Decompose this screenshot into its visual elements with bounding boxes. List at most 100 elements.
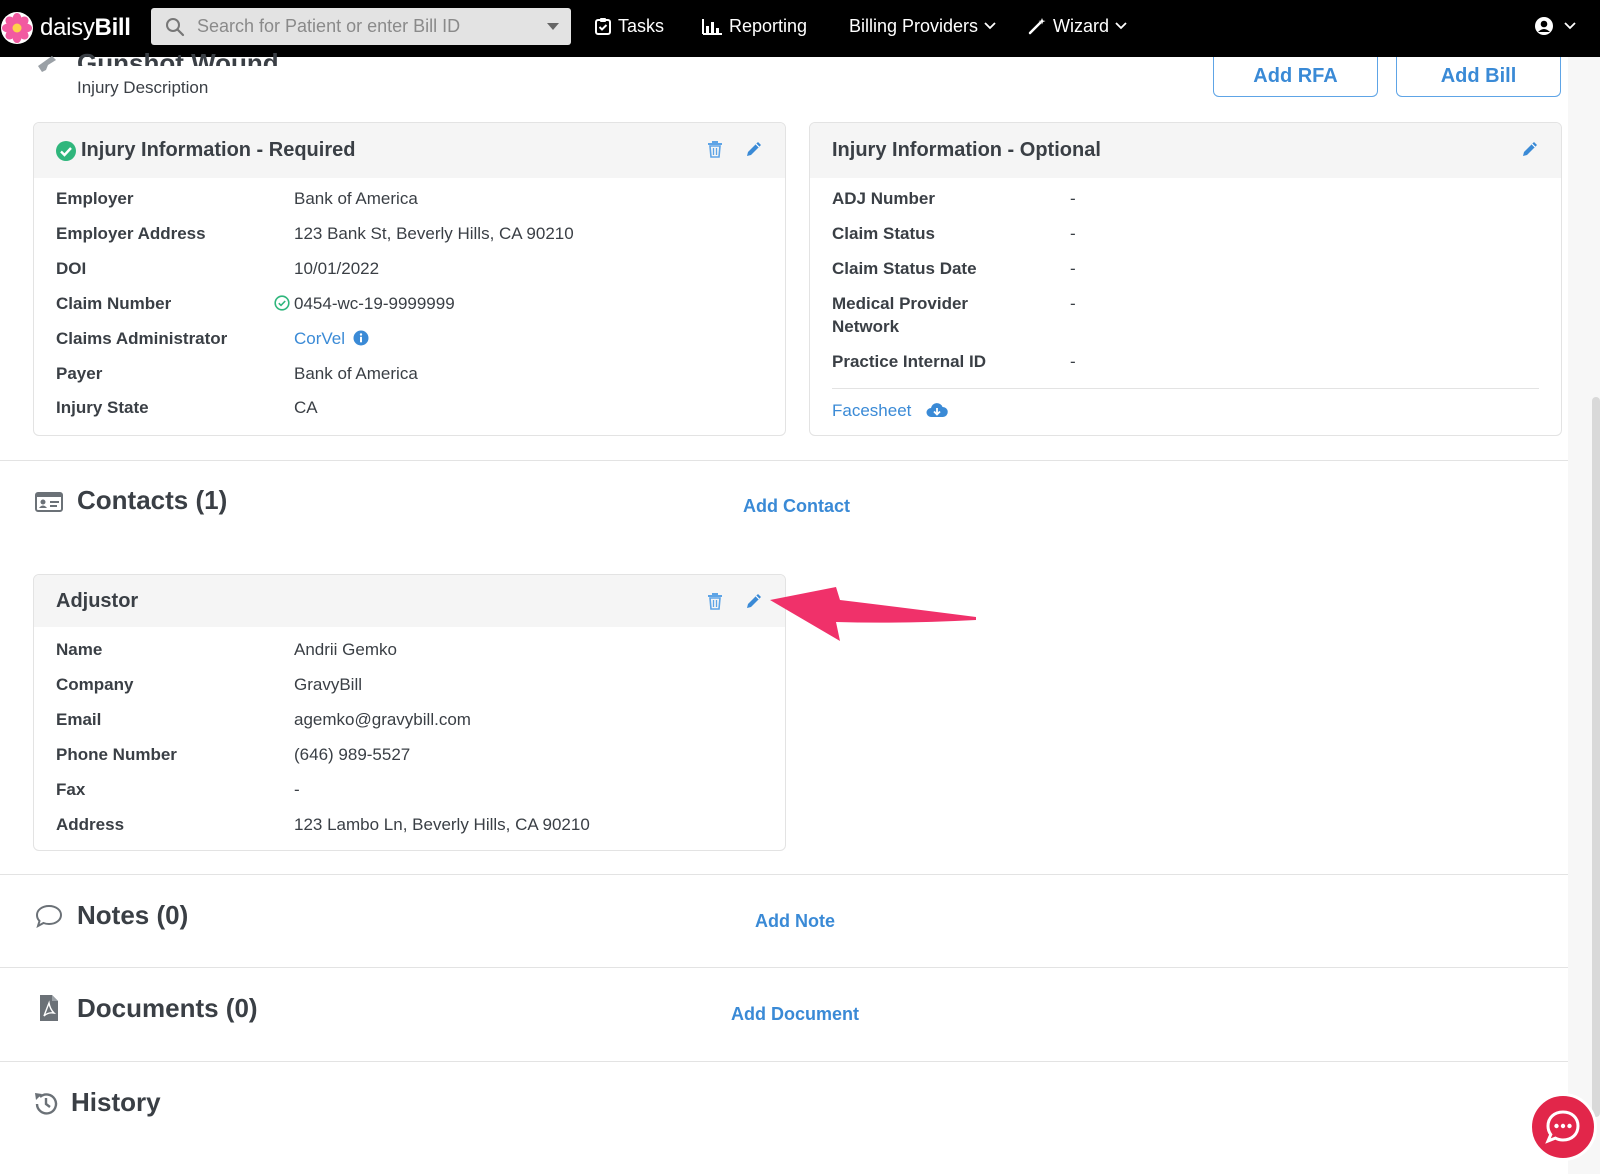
row-value: 0454-wc-19-9999999: [294, 294, 455, 313]
section-divider: [0, 460, 1600, 461]
chat-bubble-icon: [1545, 1110, 1580, 1144]
chevron-down-icon: [984, 22, 996, 30]
nav-tasks[interactable]: Tasks: [595, 0, 664, 52]
pencil-icon[interactable]: [1521, 140, 1539, 158]
check-circle-icon: [56, 140, 76, 161]
row-label: Email: [56, 710, 102, 729]
row-value: agemko@gravybill.com: [294, 710, 471, 729]
row-value: 123 Lambo Ln, Beverly Hills, CA 90210: [294, 815, 590, 834]
row-label: Claim Number: [56, 294, 172, 313]
brand-suffix: Bill: [94, 14, 131, 41]
row-label: Fax: [56, 780, 86, 799]
gun-icon: [38, 56, 56, 72]
contact-card-icon: [35, 492, 63, 512]
notes-title: Notes (0): [77, 900, 189, 930]
pdf-file-icon: [40, 995, 58, 1021]
nav-billing-providers[interactable]: Billing Providers: [849, 0, 1003, 52]
history-icon: [35, 1093, 58, 1115]
annotation-arrow-icon: [770, 587, 976, 641]
row-value: -: [1070, 294, 1076, 313]
row-value: 10/01/2022: [294, 259, 380, 278]
row-label: Employer: [56, 189, 134, 208]
row-value: Andrii Gemko: [294, 640, 397, 659]
user-menu[interactable]: [1534, 0, 1583, 52]
cloud-download-icon[interactable]: [926, 402, 948, 418]
nav-tasks-label: Tasks: [618, 15, 665, 36]
brand-prefix: daisy: [40, 14, 95, 41]
nav-wizard-label: Wizard: [1053, 15, 1110, 36]
chevron-down-icon: [1115, 22, 1127, 30]
section-divider: [0, 874, 1600, 875]
row-value: 123 Bank St, Beverly Hills, CA 90210: [294, 224, 574, 243]
magic-wand-icon: [1028, 18, 1046, 35]
pencil-icon[interactable]: [745, 140, 763, 158]
nav-reporting[interactable]: Reporting: [702, 0, 807, 52]
row-label: Phone Number: [56, 745, 177, 764]
row-label: Claim Status: [832, 224, 935, 243]
add-document-button[interactable]: Add Document: [731, 1004, 859, 1025]
scrollbar-thumb[interactable]: [1592, 397, 1600, 1117]
row-value: (646) 989-5527: [294, 745, 411, 764]
add-note-button[interactable]: Add Note: [755, 911, 835, 932]
add-contact-button[interactable]: Add Contact: [743, 496, 850, 517]
injury-required-title: Injury Information - Required: [81, 139, 356, 161]
page-subtitle: Injury Description: [77, 78, 209, 97]
contacts-title: Contacts (1): [77, 485, 228, 515]
scrollbar-track[interactable]: [1568, 57, 1600, 1174]
trash-icon[interactable]: [707, 140, 723, 158]
chat-button[interactable]: [1529, 1093, 1597, 1161]
row-label: Address: [56, 815, 125, 834]
nav-wizard[interactable]: Wizard: [1028, 0, 1134, 52]
search-input[interactable]: [197, 16, 537, 37]
row-label: Company: [56, 675, 134, 694]
chevron-down-icon: [1564, 22, 1576, 30]
divider: [832, 388, 1539, 389]
section-divider: [0, 1061, 1600, 1062]
pencil-icon[interactable]: [745, 592, 763, 610]
row-label: Claims Administrator: [56, 329, 228, 348]
row-label: Employer Address: [56, 224, 206, 243]
claims-administrator-link[interactable]: CorVel: [294, 327, 369, 350]
adjustor-card: Adjustor Name Andrii Gemko Company Gravy…: [33, 574, 786, 851]
injury-required-card: Injury Information - Required Employer B…: [33, 122, 786, 436]
row-label: Payer: [56, 364, 103, 383]
clipboard-check-icon: [595, 18, 611, 35]
facesheet-label[interactable]: Facesheet: [832, 399, 911, 422]
search-icon: [166, 17, 185, 36]
brand-name: daisyBill: [40, 14, 131, 42]
speech-bubble-icon: [35, 904, 63, 928]
add-bill-button[interactable]: Add Bill: [1396, 57, 1561, 97]
section-divider: [0, 967, 1600, 968]
row-value: GravyBill: [294, 675, 363, 694]
row-value: -: [1070, 259, 1076, 278]
info-icon[interactable]: [353, 330, 369, 346]
user-circle-icon: [1535, 17, 1553, 35]
brand-logo[interactable]: daisyBill: [0, 8, 131, 48]
documents-title: Documents (0): [77, 993, 258, 1023]
row-value: Bank of America: [294, 189, 418, 208]
nav-reporting-label: Reporting: [729, 15, 808, 36]
row-label: Practice Internal ID: [832, 352, 987, 371]
patient-search[interactable]: [151, 8, 571, 45]
row-value: -: [294, 780, 300, 799]
row-value: CA: [294, 398, 318, 417]
search-dropdown-caret-icon[interactable]: [547, 23, 559, 30]
row-label: ADJ Number: [832, 189, 935, 208]
row-label: Claim Status Date: [832, 259, 977, 278]
row-label: DOI: [56, 259, 87, 278]
add-rfa-button[interactable]: Add RFA: [1213, 57, 1378, 97]
row-value: -: [1070, 224, 1076, 243]
injury-required-header: Injury Information - Required: [34, 123, 785, 178]
daisy-flower-icon: [1, 12, 33, 44]
row-value: Bank of America: [294, 364, 418, 383]
claims-administrator-name[interactable]: CorVel: [294, 329, 345, 348]
row-label: Name: [56, 640, 103, 659]
injury-optional-title: Injury Information - Optional: [832, 139, 1101, 161]
history-title: History: [71, 1087, 161, 1117]
injury-optional-card: Injury Information - Optional ADJ Number…: [809, 122, 1562, 436]
nav-billing-providers-label: Billing Providers: [849, 15, 979, 36]
row-value: -: [1070, 189, 1076, 208]
trash-icon[interactable]: [707, 592, 723, 610]
adjustor-header: Adjustor: [34, 575, 785, 627]
adjustor-title: Adjustor: [56, 589, 139, 612]
